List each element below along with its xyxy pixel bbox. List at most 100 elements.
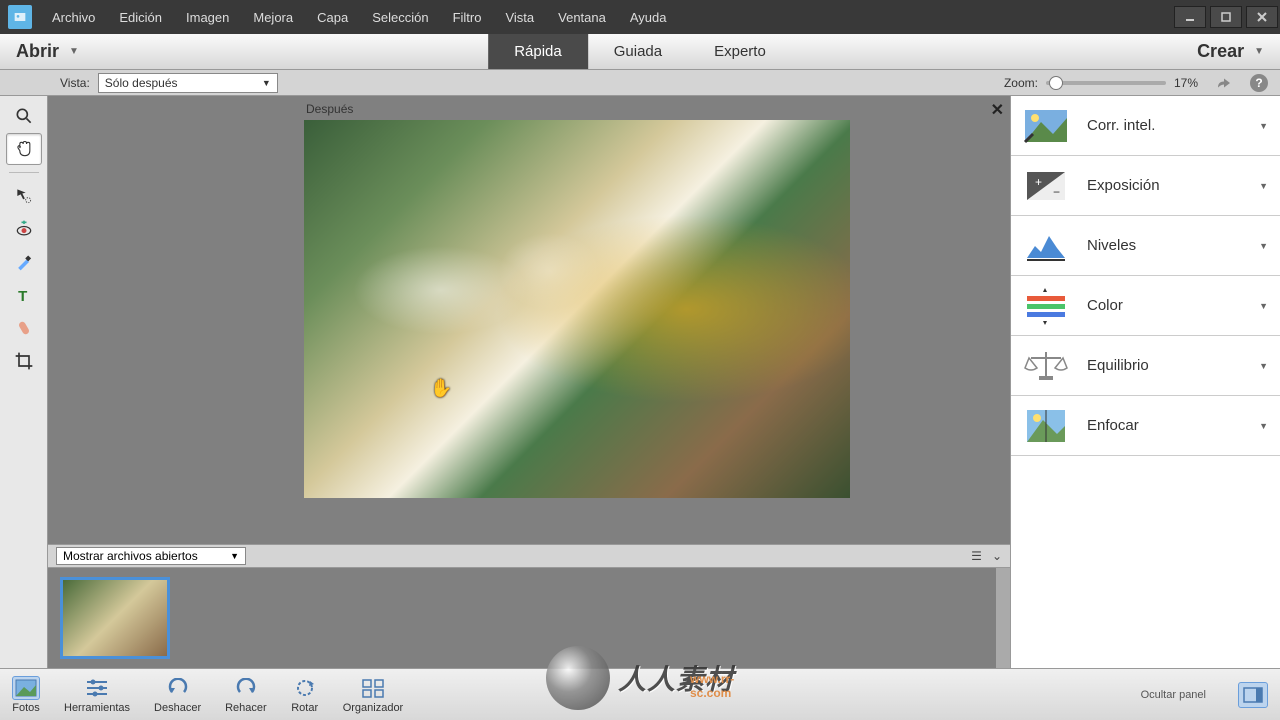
chevron-down-icon: ▼ xyxy=(262,78,271,88)
rotate-button[interactable]: Rotar xyxy=(291,676,319,714)
tools-button[interactable]: Herramientas xyxy=(64,676,130,714)
options-bar: Vista: Sólo después ▼ Zoom: 17% ? xyxy=(0,70,1280,96)
tab-guiada[interactable]: Guiada xyxy=(588,34,688,69)
canvas-wrap: ✕ Después ✋ Mostrar archivos abiertos ▼ … xyxy=(48,96,1010,668)
maximize-button[interactable] xyxy=(1210,6,1242,28)
bin-select-value: Mostrar archivos abiertos xyxy=(63,549,198,563)
adj-levels[interactable]: Niveles ▼ xyxy=(1011,216,1280,276)
slider-thumb[interactable] xyxy=(1049,76,1063,90)
adj-label: Enfocar xyxy=(1087,417,1241,434)
photos-button[interactable]: Fotos xyxy=(12,676,40,714)
adj-label: Exposición xyxy=(1087,177,1241,194)
zoom-slider[interactable] xyxy=(1046,81,1166,85)
zoom-label: Zoom: xyxy=(1004,76,1038,90)
tab-experto[interactable]: Experto xyxy=(688,34,792,69)
chevron-down-icon: ▼ xyxy=(1259,361,1268,371)
text-tool[interactable]: T xyxy=(6,279,42,311)
app-icon xyxy=(8,5,32,29)
menu-archivo[interactable]: Archivo xyxy=(40,0,107,34)
open-menu[interactable]: Abrir ▼ xyxy=(0,41,95,62)
adj-sharpen[interactable]: Enfocar ▼ xyxy=(1011,396,1280,456)
list-view-icon[interactable]: ☰ xyxy=(971,549,982,563)
button-label: Rotar xyxy=(291,702,318,714)
window-controls xyxy=(1172,2,1280,32)
document-image[interactable]: ✋ xyxy=(304,120,850,498)
panel-toggle-button[interactable] xyxy=(1238,682,1268,708)
button-label: Herramientas xyxy=(64,702,130,714)
button-label: Organizador xyxy=(343,702,404,714)
menu-filtro[interactable]: Filtro xyxy=(441,0,494,34)
menu-ventana[interactable]: Ventana xyxy=(546,0,618,34)
tools-icon xyxy=(83,676,111,700)
watermark-logo xyxy=(546,646,610,710)
menu-ayuda[interactable]: Ayuda xyxy=(618,0,679,34)
adj-smartfix[interactable]: Corr. intel. ▼ xyxy=(1011,96,1280,156)
bin-select[interactable]: Mostrar archivos abiertos ▼ xyxy=(56,547,246,565)
zoom-tool[interactable] xyxy=(6,100,42,132)
mode-tabs: Rápida Guiada Experto xyxy=(488,34,792,69)
levels-icon xyxy=(1023,226,1069,266)
hide-panel-label[interactable]: Ocultar panel xyxy=(1141,689,1206,701)
adj-label: Equilibrio xyxy=(1087,357,1241,374)
scrollbar[interactable] xyxy=(996,568,1010,668)
after-label: Después xyxy=(306,102,353,116)
smartfix-icon xyxy=(1023,106,1069,146)
hand-tool[interactable] xyxy=(6,133,42,165)
undo-icon xyxy=(164,676,192,700)
vista-label: Vista: xyxy=(60,76,90,90)
hand-cursor-icon: ✋ xyxy=(430,378,452,399)
watermark: 人人素材 www.rr-sc.com xyxy=(546,646,734,710)
create-menu[interactable]: Crear ▼ xyxy=(1181,41,1280,62)
chevron-down-icon: ▼ xyxy=(230,551,239,561)
button-label: Fotos xyxy=(12,702,40,714)
balance-icon xyxy=(1023,346,1069,386)
photo-thumbnail[interactable] xyxy=(60,577,170,659)
photo-bin xyxy=(48,568,1010,668)
bin-view-icons: ☰ ⌄ xyxy=(971,549,1002,563)
svg-text:+: + xyxy=(1035,175,1042,189)
sharpen-icon xyxy=(1023,406,1069,446)
zoom-value: 17% xyxy=(1174,76,1198,90)
help-icon[interactable]: ? xyxy=(1250,74,1268,92)
quick-select-tool[interactable] xyxy=(6,180,42,212)
vista-select[interactable]: Sólo después ▼ xyxy=(98,73,278,93)
adj-color[interactable]: Color ▼ xyxy=(1011,276,1280,336)
organizer-icon xyxy=(359,676,387,700)
bottom-bar: Fotos Herramientas Deshacer Rehacer Rota… xyxy=(0,668,1280,720)
menu-capa[interactable]: Capa xyxy=(305,0,360,34)
menu-vista[interactable]: Vista xyxy=(493,0,546,34)
organizer-button[interactable]: Organizador xyxy=(343,676,404,714)
menu-edicion[interactable]: Edición xyxy=(107,0,174,34)
chevron-down-icon[interactable]: ⌄ xyxy=(992,549,1002,563)
button-label: Rehacer xyxy=(225,702,267,714)
adj-exposure[interactable]: +− Exposición ▼ xyxy=(1011,156,1280,216)
svg-text:−: − xyxy=(1053,185,1060,199)
close-button[interactable] xyxy=(1246,6,1278,28)
adj-balance[interactable]: Equilibrio ▼ xyxy=(1011,336,1280,396)
adj-label: Corr. intel. xyxy=(1087,117,1241,134)
close-document-button[interactable]: ✕ xyxy=(991,100,1004,120)
tab-rapida[interactable]: Rápida xyxy=(488,34,588,69)
adj-label: Niveles xyxy=(1087,237,1241,254)
share-icon[interactable] xyxy=(1214,73,1234,93)
chevron-down-icon: ▼ xyxy=(1259,121,1268,131)
svg-text:T: T xyxy=(18,288,27,305)
color-icon xyxy=(1023,286,1069,326)
brand-watermark: video2brain xyxy=(1201,649,1268,664)
watermark-url: www.rr-sc.com xyxy=(690,672,734,700)
menu-seleccion[interactable]: Selección xyxy=(360,0,440,34)
redeye-tool[interactable] xyxy=(6,213,42,245)
adj-label: Color xyxy=(1087,297,1241,314)
whiten-tool[interactable] xyxy=(6,246,42,278)
spot-heal-tool[interactable] xyxy=(6,312,42,344)
undo-button[interactable]: Deshacer xyxy=(154,676,201,714)
redo-button[interactable]: Rehacer xyxy=(225,676,267,714)
menu-imagen[interactable]: Imagen xyxy=(174,0,241,34)
crop-tool[interactable] xyxy=(6,345,42,377)
chevron-down-icon: ▼ xyxy=(1259,301,1268,311)
menu-mejora[interactable]: Mejora xyxy=(241,0,305,34)
minimize-button[interactable] xyxy=(1174,6,1206,28)
zoom-group: Zoom: 17% ? xyxy=(1004,73,1268,93)
chevron-down-icon: ▼ xyxy=(1259,241,1268,251)
canvas-area[interactable]: ✕ Después ✋ xyxy=(48,96,1010,544)
